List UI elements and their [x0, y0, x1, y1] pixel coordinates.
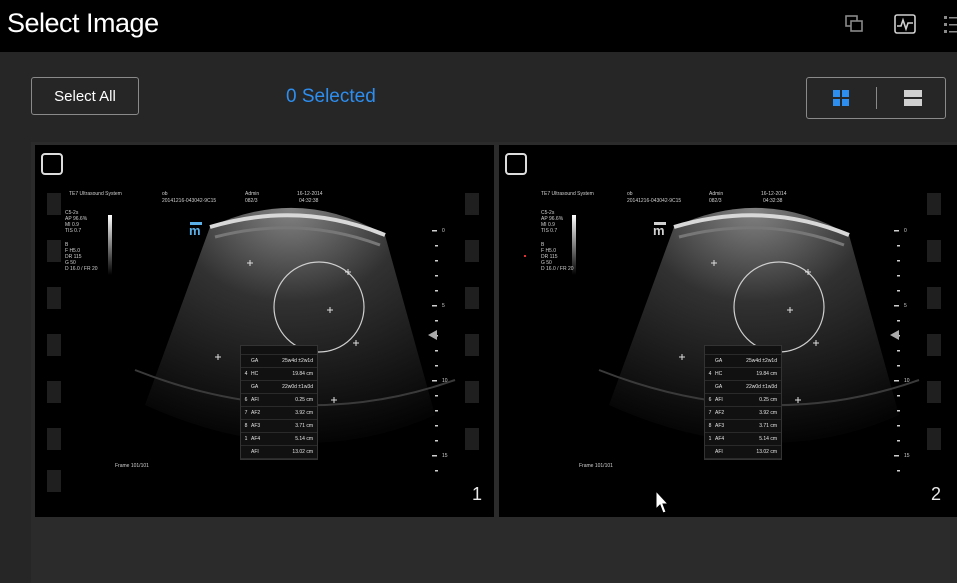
table-row: 7 AF2 3.92 cm: [241, 407, 317, 420]
system-name: TE7 Ultrasound System: [69, 191, 122, 197]
scan-params: C5-2s AP 96.6% MI 0.9 TIS 0.7 B F H5.0 DR 115 G…: [541, 210, 574, 272]
table-row: 1 AF4 5.14 cm: [241, 433, 317, 446]
single-view-icon[interactable]: [904, 90, 922, 111]
depth-label: 15: [442, 453, 448, 459]
list-menu-icon[interactable]: [944, 14, 957, 34]
table-row: 6 AFI 0.25 cm: [241, 394, 317, 407]
image-number: 1: [472, 484, 483, 504]
depth-label: 10: [904, 378, 910, 384]
view-toggle-divider: [876, 87, 877, 109]
exam-type: ob: [627, 191, 633, 197]
selected-count: 0 Selected: [286, 86, 376, 107]
table-row: 4 HC 19.84 cm: [241, 368, 317, 381]
measurement-table: GA 25w4d ±2w1d 4 HC 19.84 cm GA 22w0d ±1w3d …: [704, 345, 782, 460]
mouse-pointer-icon: [655, 489, 670, 521]
exam-time: 04:32:38: [763, 198, 783, 204]
table-row: 1 AF4 5.14 cm: [705, 433, 781, 446]
depth-label: 5: [442, 303, 445, 309]
table-row: 4 HC 19.84 cm: [705, 368, 781, 381]
system-name: TE7 Ultrasound System: [541, 191, 594, 197]
frame-label: Frame 101/101: [579, 463, 613, 469]
image-thumbnail[interactable]: m TE7 Ultrasound System ob 20141216-0430…: [499, 145, 957, 517]
table-row: AFI 13.02 cm: [241, 446, 317, 459]
table-header: [241, 346, 317, 355]
patient-id: 20141216-043042-9C15: [162, 198, 217, 204]
exam-date: 16-12-2014: [297, 191, 323, 197]
depth-label: 5: [904, 303, 907, 309]
ultrasound-image: m: [524, 193, 941, 472]
table-header: [705, 346, 781, 355]
operator: Admin: [709, 191, 724, 197]
depth-label: 0: [442, 228, 445, 234]
operator-code: 082/3: [245, 198, 258, 204]
exam-time: 04:32:38: [299, 198, 319, 204]
select-checkbox[interactable]: [41, 153, 63, 175]
depth-label: 15: [904, 453, 910, 459]
table-row: 8 AF3 3.71 cm: [241, 420, 317, 433]
exam-date: 16-12-2014: [761, 191, 787, 197]
select-checkbox[interactable]: [505, 153, 527, 175]
table-row: AFI 13.02 cm: [705, 446, 781, 459]
frame-label: Frame 101/101: [115, 463, 149, 469]
table-row: GA 22w0d ±1w3d: [705, 381, 781, 394]
view-toggle: [806, 77, 946, 119]
operator-code: 082/3: [709, 198, 722, 204]
waveform-icon[interactable]: [894, 14, 916, 34]
measurement-table: GA 25w4d ±2w1d 4 HC 19.84 cm GA 22w0d ±1w3d …: [240, 345, 318, 460]
operator: Admin: [245, 191, 260, 197]
title-bar: Select Image: [0, 0, 957, 52]
select-all-button[interactable]: Select All: [31, 77, 139, 115]
svg-text:m: m: [653, 223, 665, 238]
copy-icon[interactable]: [844, 14, 864, 34]
image-thumbnail[interactable]: m TE7 Ultrasound System ob 20141216-0430…: [35, 145, 494, 517]
table-row: 8 AF3 3.71 cm: [705, 420, 781, 433]
patient-id: 20141216-043042-9C15: [627, 198, 682, 204]
grid-view-icon[interactable]: [833, 90, 849, 111]
image-number: 2: [931, 484, 942, 504]
table-row: 7 AF2 3.92 cm: [705, 407, 781, 420]
svg-text:m: m: [189, 223, 201, 238]
table-row: GA 25w4d ±2w1d: [241, 355, 317, 368]
table-row: GA 22w0d ±1w3d: [241, 381, 317, 394]
depth-label: 0: [904, 228, 907, 234]
ultrasound-image: m: [47, 193, 479, 492]
table-row: GA 25w4d ±2w1d: [705, 355, 781, 368]
table-row: 6 AFI 0.25 cm: [705, 394, 781, 407]
page-title: Select Image: [7, 8, 159, 38]
scan-params: C5-2s AP 96.6% MI 0.9 TIS 0.7 B F H5.0 DR 115 G…: [65, 210, 98, 272]
depth-label: 10: [442, 378, 448, 384]
exam-type: ob: [162, 191, 168, 197]
